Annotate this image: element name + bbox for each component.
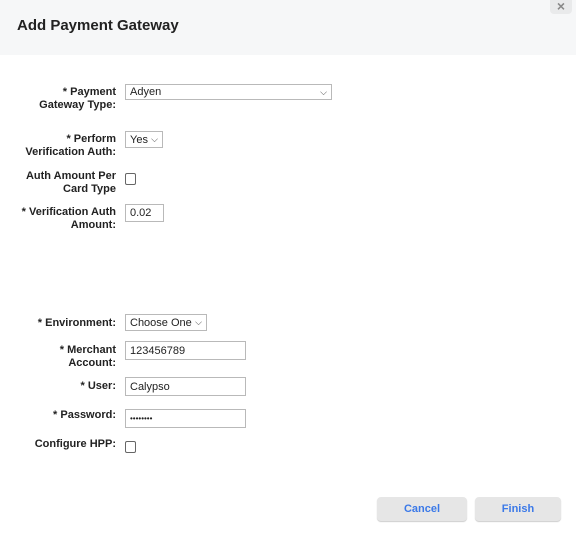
chevron-down-icon: ⌵ xyxy=(151,134,158,144)
user-input[interactable]: Calypso xyxy=(125,377,246,396)
verification-amount-label: * Verification Auth Amount: xyxy=(21,206,116,231)
configure-hpp-label: Configure HPP: xyxy=(34,438,116,450)
auth-per-card-label: Auth Amount Per Card Type xyxy=(25,170,116,195)
environment-label: * Environment: xyxy=(37,317,116,329)
user-label: * User: xyxy=(80,380,116,392)
chevron-down-icon: ⌵ xyxy=(195,317,202,327)
cancel-button[interactable]: Cancel xyxy=(377,497,467,521)
dialog-header: Add Payment Gateway xyxy=(0,0,576,55)
gateway-type-label: * Payment Gateway Type: xyxy=(39,86,116,111)
merchant-account-label: * Merchant Account: xyxy=(59,344,116,369)
finish-button[interactable]: Finish xyxy=(475,497,561,521)
perform-verification-select[interactable]: Yes ⌵ xyxy=(125,131,163,148)
close-icon[interactable]: × xyxy=(550,0,572,14)
dialog-title: Add Payment Gateway xyxy=(17,17,179,34)
chevron-down-icon: ⌵ xyxy=(320,86,327,97)
auth-per-card-checkbox[interactable] xyxy=(125,173,136,185)
configure-hpp-checkbox[interactable] xyxy=(125,441,136,453)
password-label: * Password: xyxy=(53,409,116,421)
verification-amount-input[interactable]: 0.02 xyxy=(125,204,164,222)
perform-verification-label: * Perform Verification Auth: xyxy=(25,133,116,158)
gateway-type-select[interactable]: Adyen ⌵ xyxy=(125,84,332,100)
merchant-account-input[interactable]: 123456789 xyxy=(125,341,246,360)
password-input[interactable]: •••••••• xyxy=(125,409,246,428)
environment-select[interactable]: Choose One ⌵ xyxy=(125,314,207,331)
